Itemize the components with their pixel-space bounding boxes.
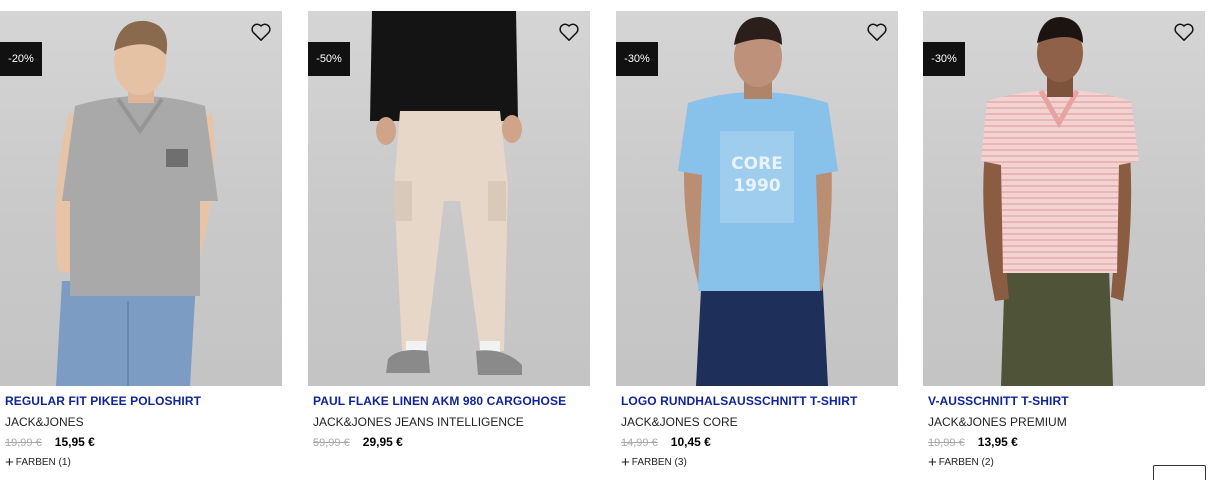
old-price: 59,99 € [313,437,350,449]
colors-label: FARBEN (1) [15,457,71,468]
model-photo-cargo-pants [370,11,522,375]
price-row: 19,99 € 13,95 € [928,435,1205,449]
product-image[interactable]: -20% [0,11,282,386]
discount-badge: -30% [923,42,965,76]
more-colors-link[interactable]: + FARBEN (3) [621,453,898,471]
price-row: 19,99 € 15,95 € [5,435,282,449]
product-card[interactable]: -20% REGULAR FIT PIKEE POLOSHIRT JACK&JO… [0,11,282,477]
product-grid: -20% REGULAR FIT PIKEE POLOSHIRT JACK&JO… [0,11,1210,477]
price-row: 14,99 € 10,45 € [621,435,898,449]
product-card[interactable]: -50% PAUL FLAKE LINEN AKM 980 CARGOHOSE … [308,11,590,477]
more-colors-link[interactable]: + FARBEN (1) [5,453,282,471]
heart-icon[interactable] [866,22,888,42]
svg-text:1990: 1990 [733,176,780,196]
discount-badge: -30% [616,42,658,76]
price-row: 59,99 € 29,95 € [313,435,590,449]
plus-icon: + [928,453,937,471]
product-image[interactable]: CORE 1990 -30% [616,11,898,386]
model-photo-polo [55,20,218,386]
product-brand: JACK&JONES CORE [621,415,738,429]
colors-label: FARBEN (3) [631,457,687,468]
product-title[interactable]: REGULAR FIT PIKEE POLOSHIRT [5,394,282,408]
discount-badge: -20% [0,42,42,76]
colors-label: FARBEN (2) [938,457,994,468]
product-image[interactable]: -30% [923,11,1205,386]
scroll-to-top-button[interactable] [1153,465,1206,480]
product-card[interactable]: CORE 1990 -30% LOGO RUNDHALSAUSSCHNITT T… [616,11,898,477]
old-price: 14,99 € [621,437,658,449]
product-card[interactable]: -30% V-AUSSCHNITT T-SHIRT JACK&JONES PRE… [923,11,1205,477]
discount-badge: -50% [308,42,350,76]
plus-icon: + [5,453,14,471]
product-title[interactable]: PAUL FLAKE LINEN AKM 980 CARGOHOSE [313,394,590,408]
old-price: 19,99 € [5,437,42,449]
old-price: 19,99 € [928,437,965,449]
svg-text:CORE: CORE [731,154,783,174]
model-photo-logo-tshirt: CORE 1990 [678,17,838,386]
current-price: 29,95 € [362,435,403,449]
plus-icon: + [621,453,630,471]
product-brand: JACK&JONES [5,415,84,429]
product-brand: JACK&JONES JEANS INTELLIGENCE [313,415,524,429]
heart-icon[interactable] [558,22,580,42]
heart-icon[interactable] [1173,22,1195,42]
heart-icon[interactable] [250,22,272,42]
current-price: 10,45 € [670,435,711,449]
model-photo-vneck-tshirt [981,17,1139,386]
product-title[interactable]: LOGO RUNDHALSAUSSCHNITT T-SHIRT [621,394,898,408]
product-title[interactable]: V-AUSSCHNITT T-SHIRT [928,394,1205,408]
current-price: 15,95 € [54,435,95,449]
current-price: 13,95 € [977,435,1018,449]
product-brand: JACK&JONES PREMIUM [928,415,1067,429]
product-image[interactable]: -50% [308,11,590,386]
